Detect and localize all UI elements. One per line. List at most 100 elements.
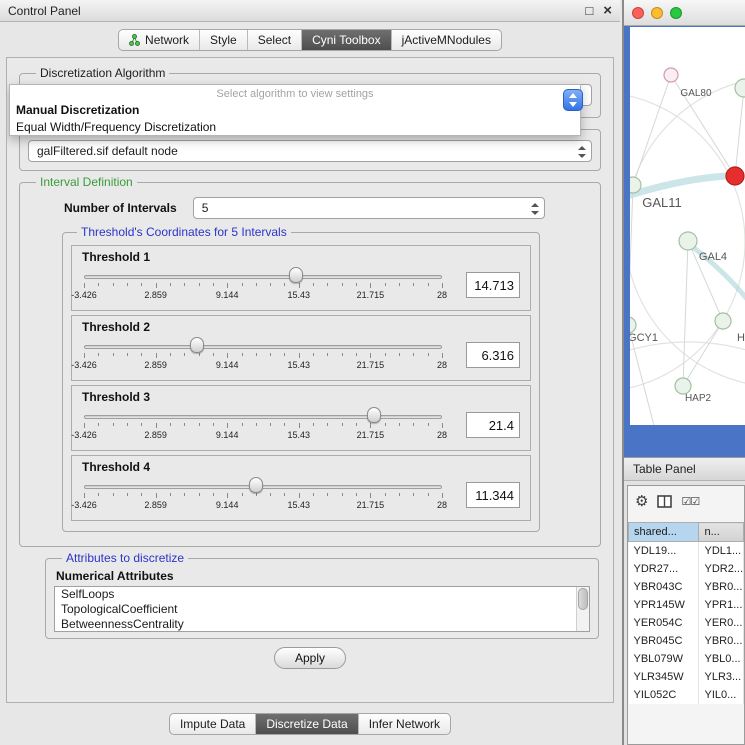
select-checkbox-icons[interactable]: ☑☑ — [681, 495, 699, 508]
column-header-shared-name[interactable]: shared... — [629, 523, 699, 542]
list-scrollbar[interactable] — [576, 587, 589, 631]
table-cell: YDR2... — [699, 560, 744, 578]
slider-track[interactable] — [84, 485, 442, 489]
tab-label: Network — [145, 33, 189, 47]
table-row[interactable]: YLR345WYLR3... — [629, 668, 744, 686]
network-node[interactable] — [735, 79, 745, 97]
tab-label: Style — [210, 33, 237, 47]
table-row[interactable]: YDR27...YDR2... — [629, 560, 744, 578]
network-edge[interactable] — [683, 321, 723, 386]
slider-thumb[interactable] — [289, 267, 303, 283]
slider-track[interactable] — [84, 345, 442, 349]
network-canvas[interactable]: GAL80GAL11GAL4GCY1HHAP2 — [630, 27, 745, 425]
node-label: GAL80 — [680, 88, 712, 99]
attributes-group-label: Attributes to discretize — [62, 551, 188, 565]
scale-label: 21.715 — [357, 430, 385, 440]
threshold-label: Threshold 3 — [82, 390, 520, 404]
number-of-intervals-row: Number of Intervals 5 — [64, 197, 592, 219]
apply-button[interactable]: Apply — [274, 647, 346, 669]
algorithm-combobox-stepper[interactable] — [563, 89, 583, 111]
minimize-button[interactable] — [651, 7, 663, 19]
network-edge[interactable] — [630, 185, 633, 325]
tab-infer-network[interactable]: Infer Network — [359, 714, 450, 734]
algorithm-option-manual[interactable]: Manual Discretization — [10, 102, 580, 119]
table-cell: YIL0... — [699, 686, 744, 704]
threshold-value-input[interactable] — [466, 342, 520, 368]
table-row[interactable]: YBR043CYBR0... — [629, 578, 744, 596]
slider-track[interactable] — [84, 275, 442, 279]
slider-track[interactable] — [84, 415, 442, 419]
network-node[interactable] — [715, 313, 731, 329]
scale-label: 28 — [437, 290, 447, 300]
scale-label: -3.426 — [71, 290, 97, 300]
table-panel-title[interactable]: Table Panel — [624, 457, 745, 481]
tab-network[interactable]: Network — [119, 30, 200, 50]
network-node[interactable] — [679, 232, 697, 250]
list-item[interactable]: TopologicalCoefficient — [55, 602, 589, 617]
gear-icon[interactable]: ⚙ — [635, 494, 648, 509]
threshold-slider[interactable]: -3.4262.8599.14415.4321.71528 — [82, 336, 452, 374]
slider-scale: -3.4262.8599.14415.4321.71528 — [84, 290, 442, 301]
network-window-titlebar — [624, 0, 745, 26]
attributes-group: Attributes to discretize Numerical Attri… — [45, 551, 599, 639]
threshold-slider[interactable]: -3.4262.8599.14415.4321.71528 — [82, 266, 452, 304]
red-node[interactable] — [726, 167, 744, 185]
table-data-combobox[interactable]: galFiltered.sif default node — [28, 140, 592, 162]
network-edge[interactable] — [633, 75, 671, 185]
network-view-window[interactable]: GAL80GAL11GAL4GCY1HHAP2 — [624, 0, 745, 457]
table-row[interactable]: YDL19...YDL1... — [629, 542, 744, 560]
tab-cyni-toolbox[interactable]: Cyni Toolbox — [302, 30, 391, 50]
table-cell: YPR145W — [629, 596, 699, 614]
columns-icon[interactable] — [657, 495, 672, 508]
list-item[interactable]: BetweennessCentrality — [55, 617, 589, 632]
tab-impute-data[interactable]: Impute Data — [170, 714, 256, 734]
scale-label: 21.715 — [357, 360, 385, 370]
column-header-name[interactable]: n... — [699, 523, 744, 542]
list-item[interactable]: SelfLoops — [55, 587, 589, 602]
thresholds-group-label: Threshold's Coordinates for 5 Intervals — [77, 225, 291, 239]
table-cell: YDR27... — [629, 560, 699, 578]
network-node[interactable] — [664, 68, 678, 82]
network-node[interactable] — [630, 177, 641, 193]
table-row[interactable]: YBL079WYBL0... — [629, 650, 744, 668]
tab-discretize-data[interactable]: Discretize Data — [256, 714, 358, 734]
slider-thumb[interactable] — [190, 337, 204, 353]
zoom-button[interactable] — [670, 7, 682, 19]
network-node[interactable] — [630, 317, 636, 333]
network-icon — [129, 34, 140, 46]
tab-style[interactable]: Style — [200, 30, 248, 50]
numerical-attributes-list[interactable]: SelfLoopsTopologicalCoefficientBetweenne… — [54, 586, 590, 632]
close-icon[interactable]: × — [603, 3, 612, 18]
node-label: GCY1 — [630, 332, 658, 344]
threshold-value-input[interactable] — [466, 412, 520, 438]
tab-jactivemnodules[interactable]: jActiveMNodules — [392, 30, 501, 50]
threshold-slider[interactable]: -3.4262.8599.14415.4321.71528 — [82, 406, 452, 444]
network-edge[interactable] — [683, 241, 688, 386]
tab-select[interactable]: Select — [248, 30, 302, 50]
table-row[interactable]: YBR045CYBR0... — [629, 632, 744, 650]
table-row[interactable]: YER054CYER0... — [629, 614, 744, 632]
close-button[interactable] — [632, 7, 644, 19]
network-edge[interactable] — [735, 88, 744, 176]
slider-thumb[interactable] — [367, 407, 381, 423]
algorithm-option-equal-width[interactable]: Equal Width/Frequency Discretization — [10, 119, 580, 136]
network-edge-thick[interactable] — [630, 176, 726, 197]
table-row[interactable]: YIL052CYIL0... — [629, 686, 744, 704]
network-node[interactable] — [675, 378, 691, 394]
threshold-value-input[interactable] — [466, 482, 520, 508]
number-of-intervals-combobox[interactable]: 5 — [193, 197, 545, 219]
table-row[interactable]: YPR145WYPR1... — [629, 596, 744, 614]
window-title: Control Panel — [8, 4, 81, 18]
slider-thumb[interactable] — [249, 477, 263, 493]
threshold-value-input[interactable] — [466, 272, 520, 298]
table-cell: YLR3... — [699, 668, 744, 686]
scrollbar-thumb[interactable] — [578, 588, 588, 610]
table-cell: YBR045C — [629, 632, 699, 650]
threshold-slider[interactable]: -3.4262.8599.14415.4321.71528 — [82, 476, 452, 514]
top-tab-bar: Network Style SelectCyni ToolboxjActiveMNo… — [0, 22, 620, 57]
tab-label: Impute Data — [180, 717, 245, 731]
float-window-icon[interactable]: □ — [585, 4, 593, 17]
chevron-updown-icon — [578, 145, 587, 159]
node-label: H — [737, 332, 745, 344]
number-of-intervals-label: Number of Intervals — [64, 201, 177, 215]
